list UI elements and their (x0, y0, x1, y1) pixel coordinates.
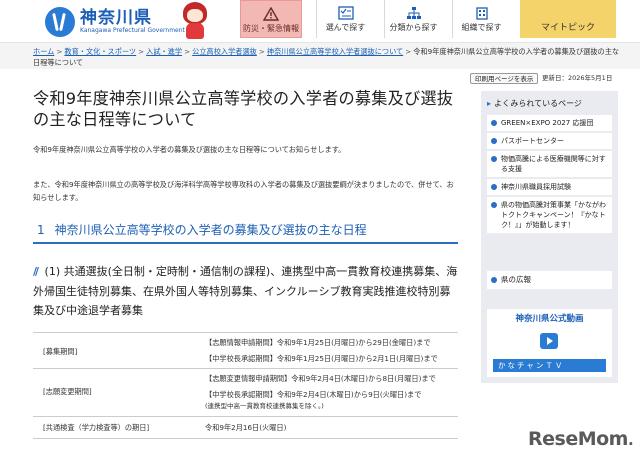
row-value: 【中学校長承認期間】令和9年2月4日(木曜日)から9日(火曜日)まで (205, 390, 422, 399)
sidebar-item-green-expo[interactable]: GREEN×EXPO 2027 応援団 (487, 115, 612, 131)
play-icon (540, 333, 558, 349)
prefecture-emblem-icon (45, 7, 75, 37)
intro-paragraph: 令和9年度神奈川県公立高等学校の入学者の募集及び選抜の主な日程等についてお知らせ… (33, 145, 346, 154)
section-title: 神奈川県公立高等学校の入学者の募集及び選抜の主な日程 (54, 223, 367, 237)
nav-disaster-info[interactable]: 防災・緊急情報 (240, 0, 302, 38)
sidebar-item-staff-exam[interactable]: 神奈川県職員採用試験 (487, 179, 612, 195)
breadcrumb: ホーム > 教育・文化・スポーツ > 入試・進学 > 公立高校入学者選抜 > 神奈川県公立高等学… (33, 47, 620, 67)
video-channel-label: かなチャンＴＶ (493, 359, 606, 372)
sidebar-heading: ▸ よくみられているページ (487, 99, 582, 108)
nav-label: マイトピック (540, 23, 595, 33)
resemom-watermark: ReseMom. (528, 428, 634, 450)
subsection-title: 共通選抜(全日制・定時制・通信制の課程)、連携型中高一貫教育校連携募集、海外帰国… (33, 265, 458, 317)
nav-label: 分類から探す (389, 23, 438, 32)
section-heading: 1 神奈川県公立高等学校の入学者の募集及び選抜の主な日程 (33, 222, 458, 244)
table-row: [募集期間] 【志願情報申請期間】令和9年1月25日(月曜日)から29日(金曜日… (33, 333, 458, 369)
site-header: 神奈川県 Kanagawa Prefectural Government 防災・… (0, 0, 640, 42)
subsection-mark-icon: // (33, 265, 39, 278)
nav-label: 選んで探す (325, 23, 366, 32)
row-value: 令和9年2月16日(火曜日) (205, 423, 287, 432)
site-logo[interactable]: 神奈川県 Kanagawa Prefectural Government (45, 7, 185, 37)
breadcrumb-bar: ホーム > 教育・文化・スポーツ > 入試・進学 > 公立高校入学者選抜 > 神奈川県公立高等学… (0, 42, 640, 69)
breadcrumb-link-selection-info[interactable]: 神奈川県公立高等学校入学者選抜について (267, 47, 403, 56)
checklist-icon (337, 6, 354, 20)
nav-label: 組織で探す (461, 23, 502, 32)
sidebar-item-medical-support[interactable]: 物価高騰による医療機関等に対する支援 (487, 151, 612, 177)
chevron-right-icon: ▸ (487, 99, 492, 108)
main-content: 令和9年度神奈川県公立高等学校の入学者の募集及び選抜の主な日程等について (33, 85, 463, 130)
row-label: [募集期間] (43, 347, 78, 356)
intro-paragraph-2: また、令和9年度神奈川県立の高等学校及び海洋科学高等学校専攻科の入学者の募集及び… (33, 180, 454, 202)
row-label: [共通検査（学力検査等）の期日] (43, 423, 150, 432)
subsection-heading: // (1) 共通選抜(全日制・定時制・通信制の課程)、連携型中高一貫教育校連携… (33, 262, 458, 321)
nav-my-topic[interactable]: マイトピック (520, 0, 616, 38)
nav-choose-search[interactable]: 選んで探す (316, 0, 374, 38)
video-banner-title: 神奈川県公式動画 (515, 314, 584, 324)
sidebar-item-passport[interactable]: パスポートセンター (487, 133, 612, 149)
logo-english-text: Kanagawa Prefectural Government (80, 27, 185, 34)
logo-japanese-text: 神奈川県 (80, 8, 152, 28)
building-icon (475, 7, 488, 20)
section-number: 1 (37, 223, 45, 237)
breadcrumb-link-public-hs-selection[interactable]: 公立高校入学者選抜 (192, 47, 257, 56)
prefecture-news-link[interactable]: 県の広報 (487, 271, 612, 289)
page-title: 令和9年度神奈川県公立高等学校の入学者の募集及び選抜の主な日程等について (33, 89, 454, 129)
breadcrumb-link-education[interactable]: 教育・文化・スポーツ (64, 47, 136, 56)
row-value: 【志願変更情報申請期間】令和9年2月4日(木曜日)から8日(月曜日)まで (205, 374, 436, 383)
row-value: 【中学校長承認期間】令和9年1月25日(月曜日)から2月1日(月曜日)まで (205, 354, 438, 363)
breadcrumb-link-home[interactable]: ホーム (33, 47, 54, 56)
sidebar: ▸ よくみられているページ GREEN×EXPO 2027 応援団 パスポートセン… (481, 91, 618, 383)
official-video-banner[interactable]: 神奈川県公式動画 かなチャンＴＶ (487, 309, 612, 377)
popular-pages-list: GREEN×EXPO 2027 応援団 パスポートセンター 物価高騰による医療機… (487, 115, 612, 235)
breadcrumb-link-admissions[interactable]: 入試・進学 (146, 47, 182, 56)
nav-category-search[interactable]: 分類から探す (384, 0, 442, 38)
print-page-button[interactable]: 印刷用ページを表示 (470, 73, 539, 84)
nav-label: 防災・緊急情報 (243, 24, 299, 33)
updated-date: 更新日：2026年5月1日 (542, 74, 613, 82)
table-row: [志願変更期間] 【志願変更情報申請期間】令和9年2月4日(木曜日)から8日(月… (33, 369, 458, 417)
sidebar-item-kanatoku[interactable]: 県の物価高騰対策事業「かながわトクトクキャンペーン！『かなトク！』」が始動します… (487, 197, 612, 233)
tree-icon (406, 7, 421, 19)
alert-icon (263, 7, 279, 21)
subsection-number: (1) (44, 265, 61, 278)
row-label: [志願変更期間] (43, 387, 92, 396)
row-note: (連携型中高一貫教育校連携募集を除く。) (205, 402, 324, 410)
row-value: 【志願情報申請期間】令和9年1月25日(月曜日)から29日(金曜日)まで (205, 338, 431, 347)
table-row: [共通検査（学力検査等）の期日] 令和9年2月16日(火曜日) (33, 417, 458, 439)
nav-organization-search[interactable]: 組織で探す (452, 0, 510, 38)
mascot-image (180, 2, 210, 40)
schedule-table: [募集期間] 【志願情報申請期間】令和9年1月25日(月曜日)から29日(金曜日… (33, 332, 458, 439)
